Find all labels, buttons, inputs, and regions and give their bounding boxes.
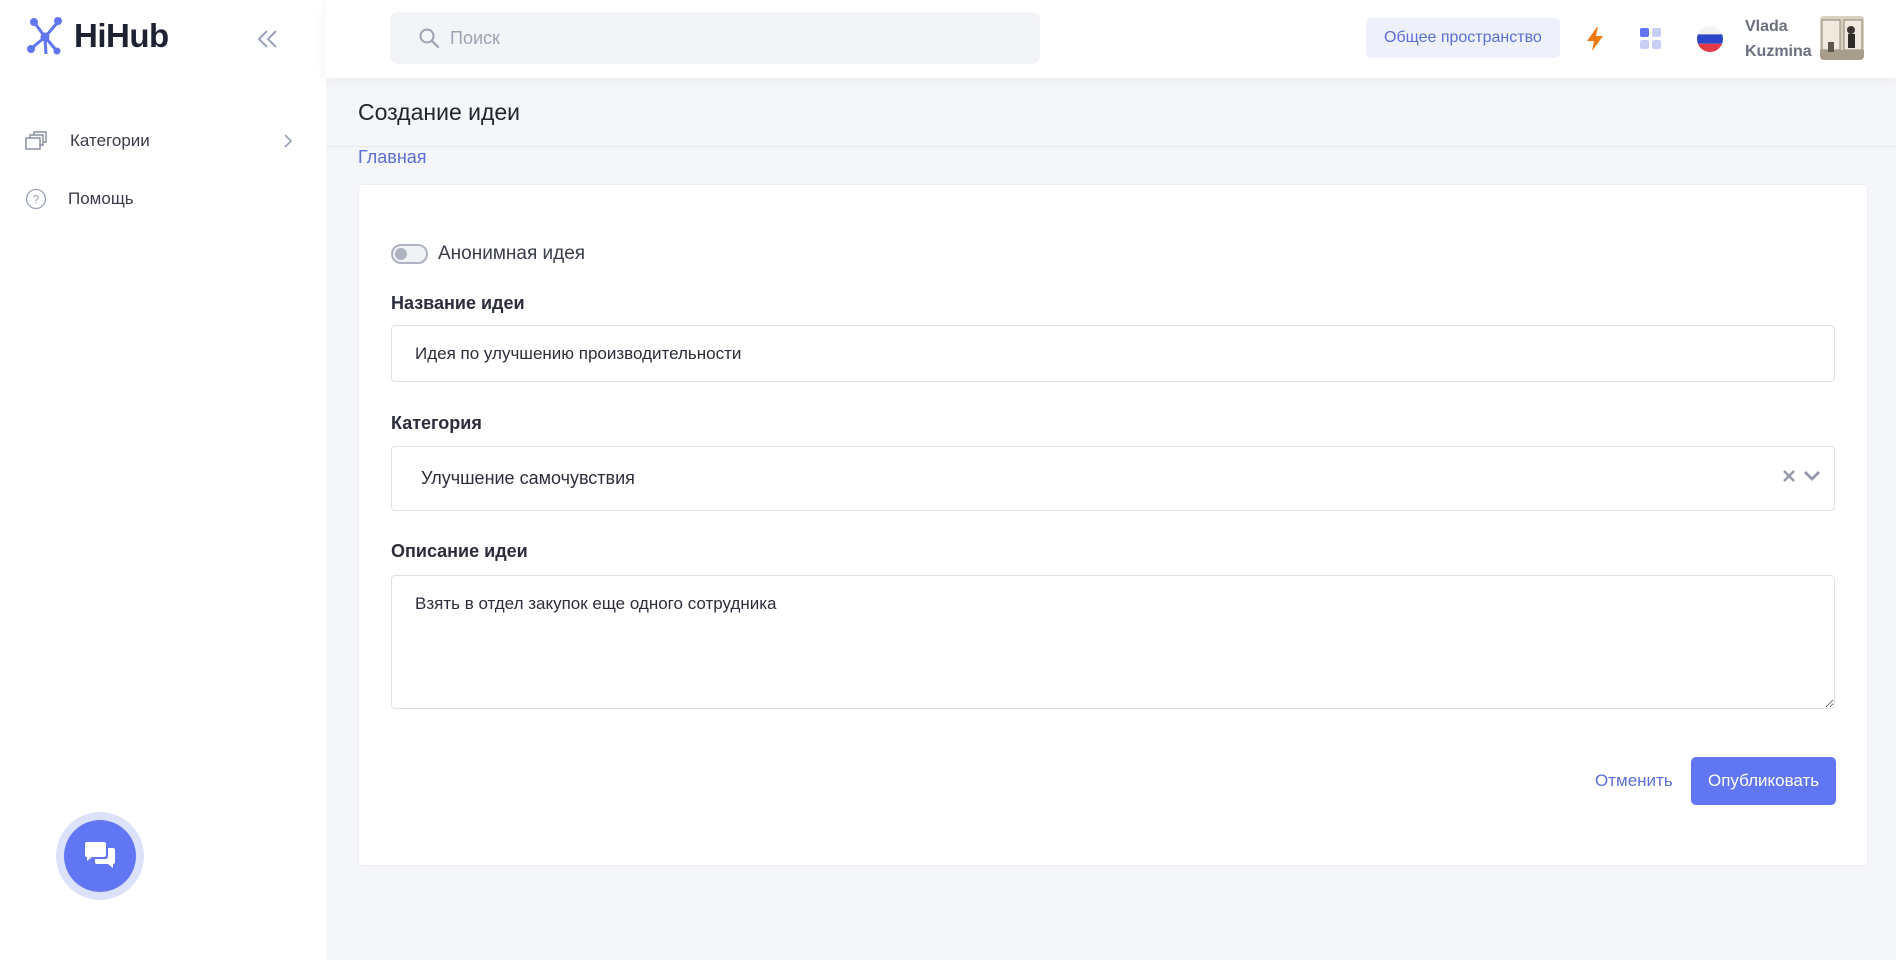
page-title: Создание идеи [358,99,521,125]
anonymous-toggle[interactable] [391,244,428,264]
idea-name-label: Название идеи [391,293,525,313]
search-bar[interactable] [390,12,1040,64]
sidebar-item-help[interactable]: ? Помощь [24,179,294,219]
sidebar: HiHub Категории ? Помощь [0,0,326,960]
description-textarea[interactable]: Взять в отдел закупок еще одного сотрудн… [391,575,1835,709]
sidebar-item-label: Категории [70,131,150,150]
chat-bubbles-icon [85,842,115,868]
avatar[interactable] [1820,16,1864,60]
layers-icon [24,129,48,153]
sidebar-item-categories[interactable]: Категории [24,121,294,161]
idea-form-card: Анонимная идея Название идеи Категория У… [358,184,1868,866]
avatar-image [1820,16,1864,60]
dropdown-toggle-button[interactable] [1802,469,1822,488]
grid-icon [1640,28,1661,49]
title-divider [326,146,1896,147]
select-controls [1782,469,1822,488]
double-chevron-left-icon [257,30,277,48]
notifications-button[interactable] [1580,24,1610,54]
idea-name-input[interactable] [391,325,1835,382]
category-label: Категория [391,413,482,433]
chevron-down-icon [1804,471,1820,481]
help-circle-icon: ? [24,187,48,211]
publish-button[interactable]: Опубликовать [1691,757,1837,805]
anonymous-toggle-row[interactable]: Анонимная идея [391,243,585,265]
category-select[interactable]: Улучшение самочувствия [391,446,1835,511]
lightning-icon [1587,27,1603,51]
anonymous-label: Анонимная идея [438,243,586,264]
sidebar-item-label: Помощь [68,189,134,208]
apps-button[interactable] [1636,24,1666,54]
user-last-name: Kuzmina [1745,43,1812,60]
language-button[interactable] [1694,24,1726,54]
search-input[interactable] [450,27,1010,49]
collapse-sidebar-button[interactable] [252,24,282,54]
user-name[interactable]: Vlada Kuzmina [1745,14,1812,64]
clear-selection-button[interactable] [1782,469,1796,488]
search-icon [419,28,440,49]
toggle-knob [395,248,407,260]
cancel-button[interactable]: Отменить [1579,757,1689,805]
category-selected-value: Улучшение самочувствия [421,468,635,488]
svg-text:?: ? [33,193,40,207]
russia-flag-icon [1697,26,1723,52]
app-logo[interactable]: HiHub [26,16,169,56]
chat-button-inner [64,820,136,892]
close-icon [1783,470,1795,482]
breadcrumb-home-link[interactable]: Главная [358,147,427,168]
workspace-switch-button[interactable]: Общее пространство [1366,18,1560,58]
chat-button[interactable] [56,812,144,900]
description-label: Описание идеи [391,541,528,561]
chevron-right-icon [284,134,293,148]
user-first-name: Vlada [1745,18,1788,35]
top-header: Общее пространство Vlada Kuzmina [326,0,1896,78]
hihub-logo-icon [27,17,62,55]
app-name: HiHub [74,17,169,54]
